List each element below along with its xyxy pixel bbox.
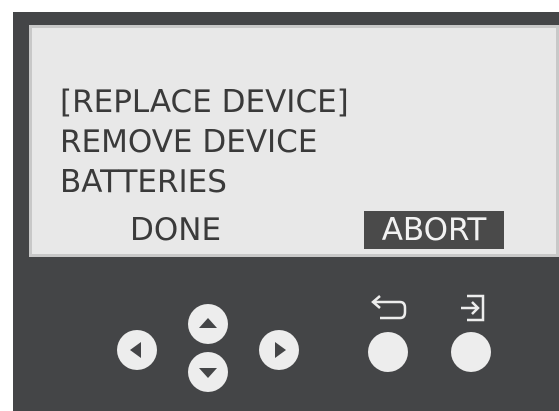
right-button[interactable] (259, 330, 299, 370)
enter-button[interactable] (451, 332, 491, 372)
up-button[interactable] (188, 304, 228, 344)
down-arrow-icon (199, 368, 217, 378)
up-arrow-icon (199, 318, 217, 328)
back-button[interactable] (368, 332, 408, 372)
left-button[interactable] (117, 330, 157, 370)
menu-item-remove-device: REMOVE DEVICE (60, 124, 318, 160)
right-arrow-icon (275, 342, 286, 358)
softkey-done-label: DONE (130, 212, 222, 248)
left-arrow-icon (130, 342, 141, 358)
menu-item-replace-device: [REPLACE DEVICE] (60, 84, 349, 120)
device-housing: [REPLACE DEVICE] REMOVE DEVICE BATTERIES… (13, 12, 559, 411)
menu-item-batteries: BATTERIES (60, 164, 227, 200)
enter-icon (461, 294, 485, 322)
lcd-screen: [REPLACE DEVICE] REMOVE DEVICE BATTERIES… (29, 25, 559, 257)
softkey-abort-label: ABORT (364, 211, 504, 249)
down-button[interactable] (188, 352, 228, 392)
back-arrow-icon (371, 295, 407, 320)
